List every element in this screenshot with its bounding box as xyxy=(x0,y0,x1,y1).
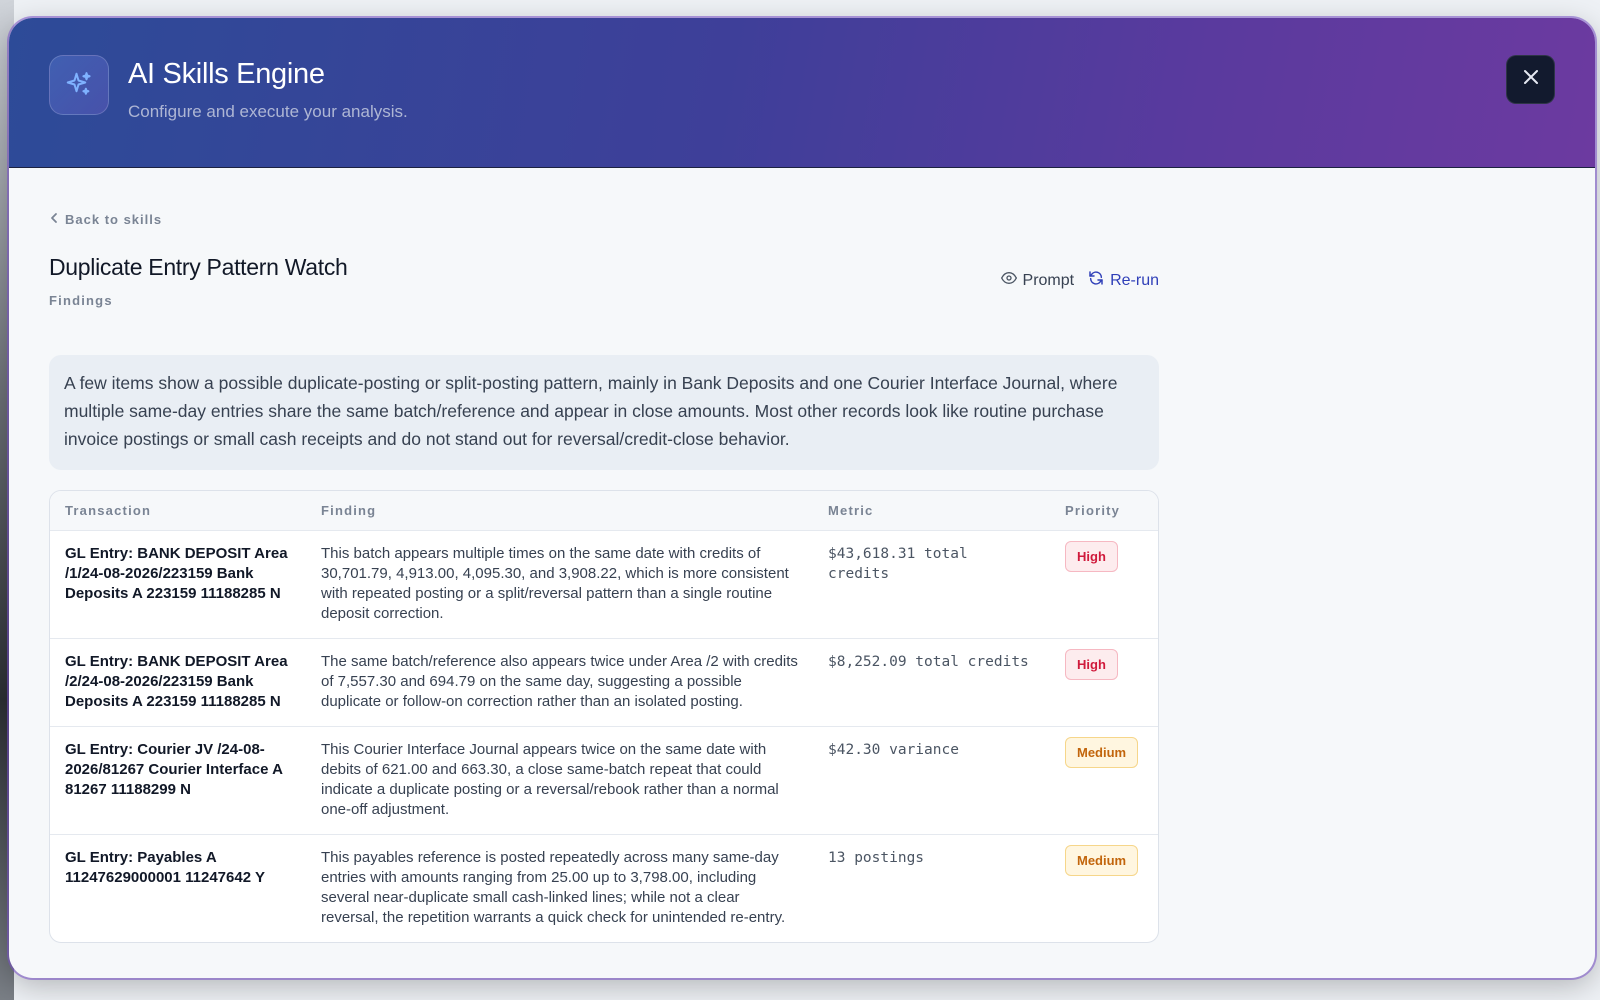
skill-actions: Prompt Re-run xyxy=(1000,270,1159,291)
back-link-label: Back to skills xyxy=(65,212,163,227)
column-header-finding: Finding xyxy=(321,503,377,519)
modal-header: AI Skills Engine Configure and execute y… xyxy=(9,18,1595,168)
prompt-button-label: Prompt xyxy=(1022,271,1075,289)
column-header-transaction: Transaction xyxy=(65,503,152,519)
transaction-cell: GL Entry: Payables A 11247629000001 1124… xyxy=(65,848,265,886)
priority-badge: Medium xyxy=(1065,844,1139,876)
refresh-icon xyxy=(1088,270,1104,291)
table-row: GL Entry: Payables A 11247629000001 1124… xyxy=(50,833,1158,942)
metric-cell: $8,252.09 total credits xyxy=(828,653,1029,670)
priority-badge: High xyxy=(1065,540,1118,572)
skills-modal: AI Skills Engine Configure and execute y… xyxy=(9,18,1595,978)
skill-title: Duplicate Entry Pattern Watch xyxy=(49,254,348,280)
back-to-skills-link[interactable]: Back to skills xyxy=(49,212,162,227)
finding-cell: This Courier Interface Journal appears t… xyxy=(321,740,779,818)
metric-cell: 13 postings xyxy=(828,849,925,866)
sparkles-icon xyxy=(49,55,109,115)
priority-badge: Medium xyxy=(1065,736,1139,768)
metric-cell: $42.30 variance xyxy=(828,741,959,758)
priority-badge: High xyxy=(1065,648,1118,680)
transaction-cell: GL Entry: Courier JV /24-08-2026/81267 C… xyxy=(65,740,283,798)
close-icon xyxy=(1521,67,1541,92)
eye-icon xyxy=(1000,270,1017,291)
table-row: GL Entry: BANK DEPOSIT Area /2/24-08-202… xyxy=(50,637,1158,726)
table-row: GL Entry: BANK DEPOSIT Area /1/24-08-202… xyxy=(50,529,1158,638)
transaction-cell: GL Entry: BANK DEPOSIT Area /2/24-08-202… xyxy=(65,652,288,710)
finding-cell: The same batch/reference also appears tw… xyxy=(321,652,798,710)
close-button[interactable] xyxy=(1506,55,1555,104)
column-header-metric: Metric xyxy=(828,503,874,519)
rerun-button-label: Re-run xyxy=(1110,271,1159,289)
section-label: Findings xyxy=(49,293,113,308)
rerun-button[interactable]: Re-run xyxy=(1088,270,1159,291)
chevron-left-icon xyxy=(49,212,59,227)
table-row: GL Entry: Courier JV /24-08-2026/81267 C… xyxy=(50,725,1158,834)
prompt-button[interactable]: Prompt xyxy=(1000,270,1075,291)
transaction-cell: GL Entry: BANK DEPOSIT Area /1/24-08-202… xyxy=(65,544,288,602)
findings-table: Transaction Finding Metric Priority GL E… xyxy=(49,490,1159,943)
finding-cell: This batch appears multiple times on the… xyxy=(321,544,789,622)
app-title: AI Skills Engine xyxy=(128,58,325,90)
metric-cell: $43,618.31 total credits xyxy=(828,545,968,582)
findings-summary: A few items show a possible duplicate-po… xyxy=(49,355,1159,470)
column-header-priority: Priority xyxy=(1065,503,1121,519)
finding-cell: This payables reference is posted repeat… xyxy=(321,848,786,926)
app-subtitle: Configure and execute your analysis. xyxy=(128,102,408,121)
table-header-row: Transaction Finding Metric Priority xyxy=(50,491,1158,530)
